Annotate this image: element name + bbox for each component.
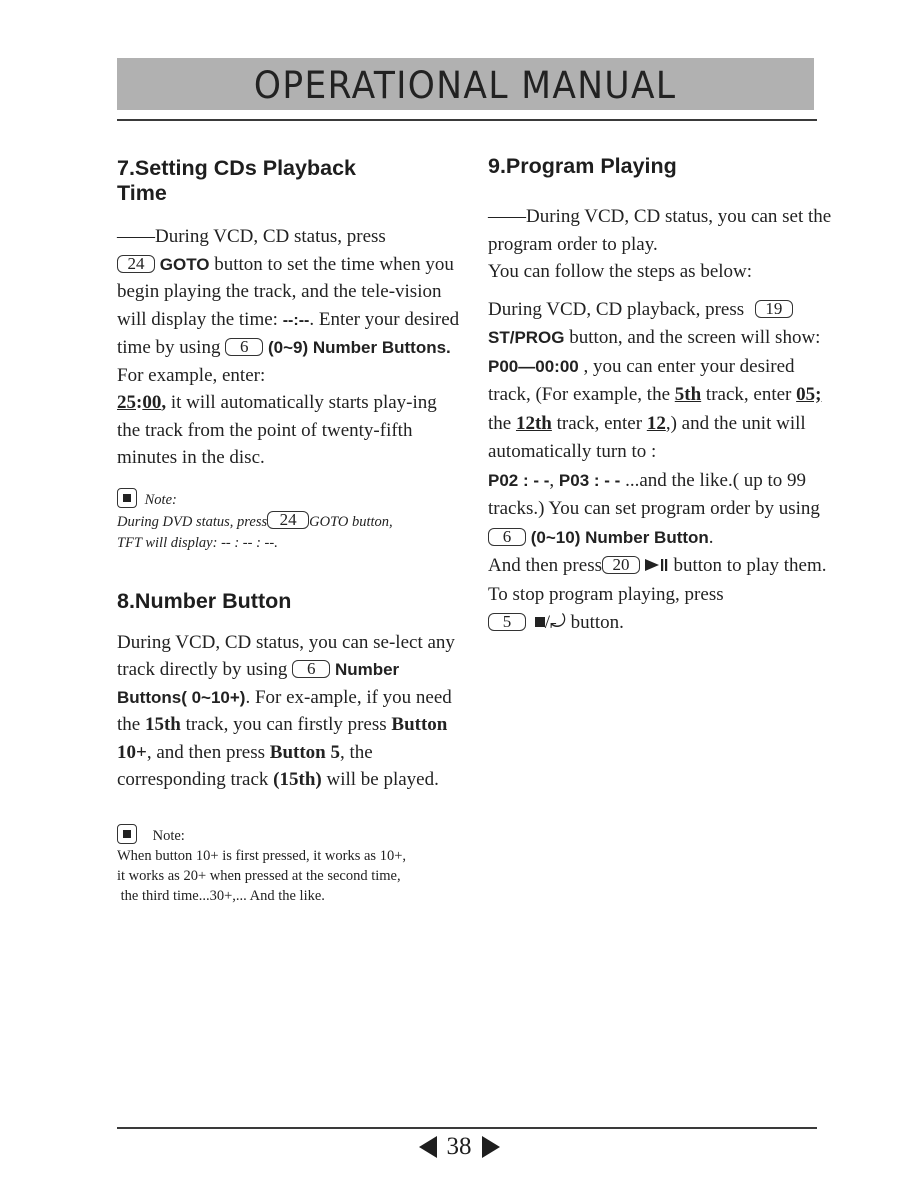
time-display: --:--: [282, 311, 310, 329]
number-button-label: (0~10) Number Button: [530, 527, 709, 547]
section-8-title: 8.Number Button: [117, 588, 292, 613]
section-8-note: Note: When button 10+ is first pressed, …: [117, 823, 462, 906]
page-number: 38: [446, 1133, 472, 1160]
button-ref-24: 24: [267, 510, 310, 529]
section-7-title: 7.Setting CDs Playback Time: [117, 156, 356, 205]
section-7-note: Note: During DVD status, press 24 GOTO but…: [117, 487, 462, 554]
page-title: OPERATIONAL MANUAL: [254, 63, 677, 107]
section-7-body: ——During VCD, CD status, press 24 GOTO b…: [117, 226, 460, 468]
header-divider: [117, 119, 817, 121]
button-ref-6: 6: [225, 338, 264, 356]
section-9: 9.Program Playing ——During VCD, CD statu…: [488, 154, 833, 638]
section-8-body: During VCD, CD status, you can se-lect a…: [117, 631, 455, 791]
goto-label: GOTO: [159, 254, 210, 274]
button-ref-20: 20: [601, 556, 640, 574]
note-icon: [117, 823, 137, 844]
play-pause-icon: [644, 559, 667, 571]
page-footer: 38: [0, 1131, 918, 1163]
triangle-right-icon: [481, 1136, 500, 1158]
section-9-title: 9.Program Playing: [488, 154, 677, 178]
section-8: 8.Number Button During VCD, CD status, y…: [117, 589, 462, 906]
program-display-p02: P02 : - -: [488, 470, 550, 490]
number-buttons-label: Number Buttons.: [312, 338, 451, 357]
right-column: 9.Program Playing ——During VCD, CD statu…: [488, 154, 833, 638]
section-9-body: During VCD, CD playback, press 19 ST/PRO…: [488, 298, 827, 633]
section-7: 7.Setting CDs Playback Time ——During VCD…: [117, 156, 462, 554]
triangle-left-icon: [418, 1136, 437, 1158]
button-ref-6: 6: [488, 527, 526, 546]
return-icon: /⤾: [544, 612, 566, 633]
button-ref-24: 24: [117, 254, 155, 273]
footer-divider: [117, 1127, 817, 1129]
program-display-p03: P03 : - -: [558, 470, 621, 490]
button-ref-5: 5: [488, 613, 526, 631]
button-ref-6: 6: [292, 660, 331, 678]
header-bar: OPERATIONAL MANUAL: [117, 58, 814, 110]
screen-display: P00—00:00: [488, 356, 579, 376]
left-column: 7.Setting CDs Playback Time ——During VCD…: [117, 156, 462, 906]
stprog-label: ST/PROG: [488, 328, 565, 347]
button-ref-19: 19: [754, 299, 793, 318]
section-9-intro: ——During VCD, CD status, you can set the…: [488, 206, 832, 282]
stop-icon: [534, 617, 545, 627]
note-icon: [117, 487, 137, 508]
